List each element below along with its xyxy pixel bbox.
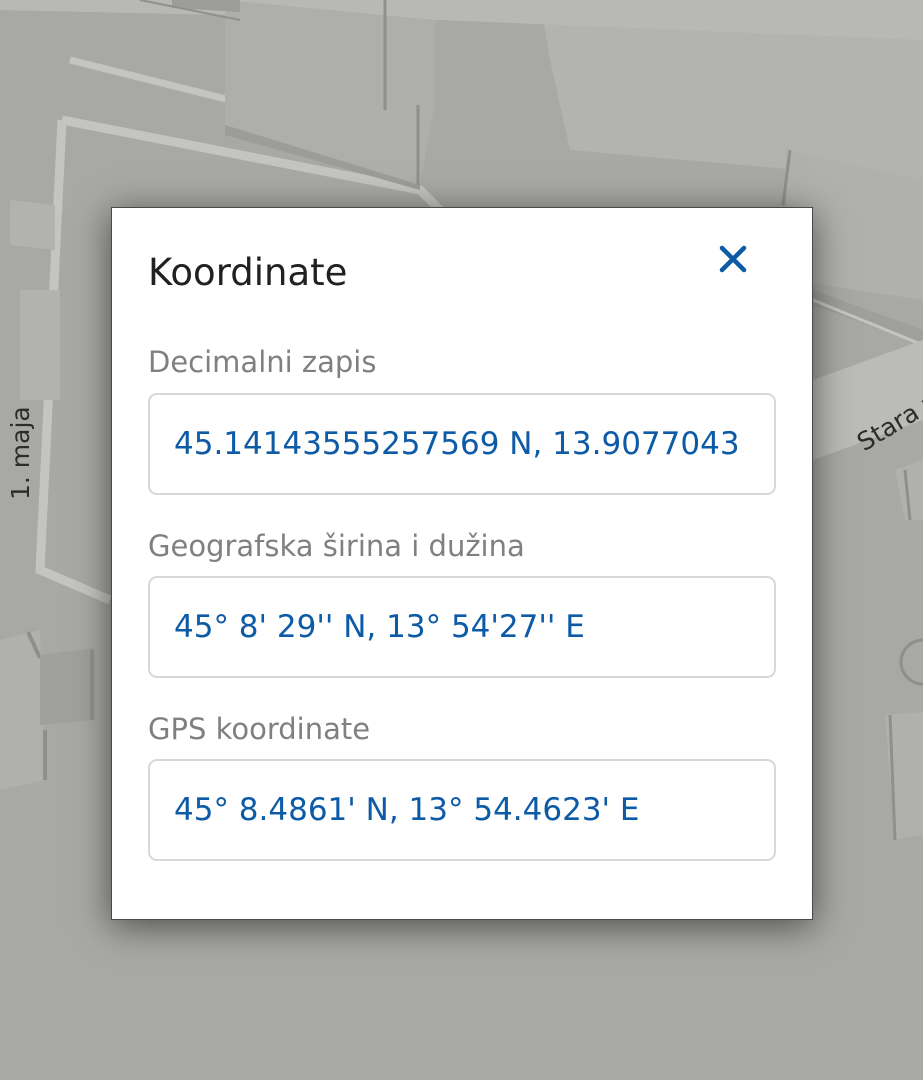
- gps-coordinates-field[interactable]: 45° 8.4861' N, 13° 54.4623' E: [148, 759, 776, 861]
- gps-coordinates-label: GPS koordinate: [148, 712, 371, 746]
- coordinates-dialog: Koordinate Decimalni zapis 45.1414355525…: [111, 207, 813, 920]
- gps-coordinates-value[interactable]: 45° 8.4861' N, 13° 54.4623' E: [174, 761, 640, 859]
- lat-long-field[interactable]: 45° 8' 29'' N, 13° 54'27'' E: [148, 576, 776, 678]
- decimal-notation-value[interactable]: 45.14143555257569 N, 13.9077043: [174, 395, 740, 493]
- close-button[interactable]: [710, 236, 756, 282]
- lat-long-value[interactable]: 45° 8' 29'' N, 13° 54'27'' E: [174, 578, 585, 676]
- lat-long-label: Geografska širina i dužina: [148, 529, 525, 563]
- decimal-notation-field[interactable]: 45.14143555257569 N, 13.9077043: [148, 393, 776, 495]
- dialog-title: Koordinate: [148, 251, 348, 294]
- street-label-1-maja: 1. maja: [6, 406, 35, 500]
- decimal-notation-label: Decimalni zapis: [148, 345, 377, 379]
- close-icon: [719, 245, 747, 273]
